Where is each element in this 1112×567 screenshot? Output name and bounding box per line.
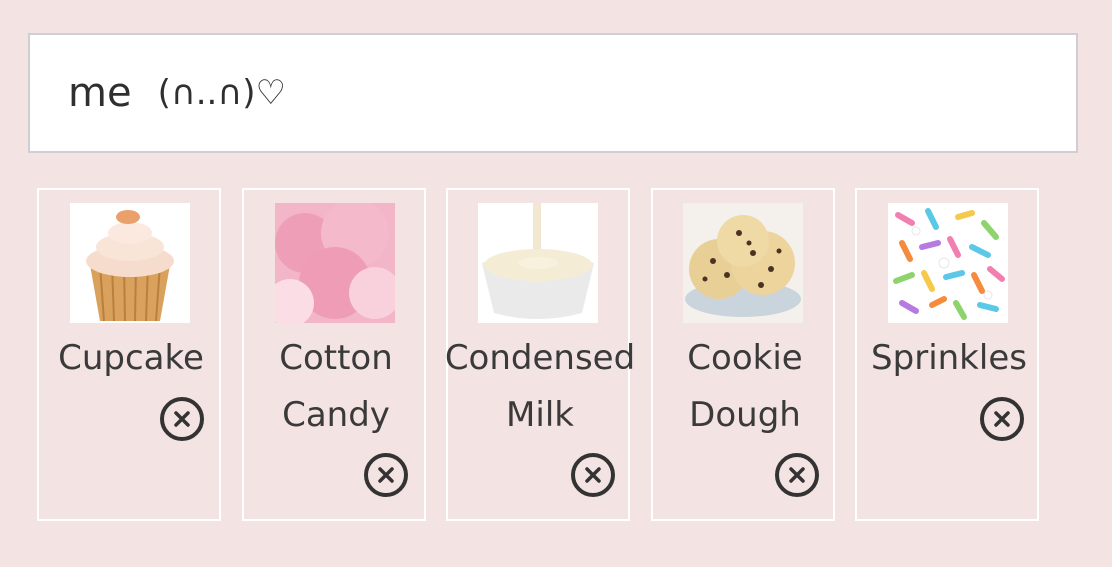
topping-card-sprinkles: Sprinkles	[855, 188, 1039, 521]
close-icon	[994, 411, 1010, 427]
condensed-milk-icon	[478, 203, 598, 323]
item-label: Cookie Dough	[633, 330, 857, 444]
remove-button[interactable]	[160, 397, 204, 441]
item-label-line: Sprinkles	[871, 338, 1027, 378]
item-label: Condensed Milk	[428, 330, 652, 444]
close-icon	[174, 411, 190, 427]
name-emoticon: (∩..∩)♡	[157, 73, 286, 113]
item-label-line: Milk	[506, 395, 574, 435]
item-label: Cupcake	[19, 330, 243, 387]
close-icon	[378, 467, 394, 483]
name-value: me	[68, 70, 132, 116]
topping-card-cupcake: Cupcake	[37, 188, 221, 521]
remove-button[interactable]	[980, 397, 1024, 441]
cupcake-icon	[70, 203, 190, 323]
name-field[interactable]: me (∩..∩)♡	[28, 33, 1078, 153]
remove-button[interactable]	[571, 453, 615, 497]
item-label: Sprinkles	[837, 330, 1061, 387]
remove-button[interactable]	[364, 453, 408, 497]
item-label-line: Cookie	[687, 338, 803, 378]
remove-button[interactable]	[775, 453, 819, 497]
item-label-line: Candy	[282, 395, 390, 435]
topping-card-cookie-dough: Cookie Dough	[651, 188, 835, 521]
item-label-line: Dough	[689, 395, 801, 435]
item-label-line: Cotton	[279, 338, 393, 378]
close-icon	[585, 467, 601, 483]
sprinkles-icon	[888, 203, 1008, 323]
item-label-line: Condensed	[444, 338, 636, 378]
close-icon	[789, 467, 805, 483]
cotton-candy-icon	[275, 203, 395, 323]
cookie-dough-icon	[683, 203, 803, 323]
topping-card-cotton-candy: Cotton Candy	[242, 188, 426, 521]
item-label-line: Cupcake	[58, 338, 204, 378]
item-label: Cotton Candy	[224, 330, 448, 444]
topping-card-condensed-milk: Condensed Milk	[445, 188, 635, 521]
